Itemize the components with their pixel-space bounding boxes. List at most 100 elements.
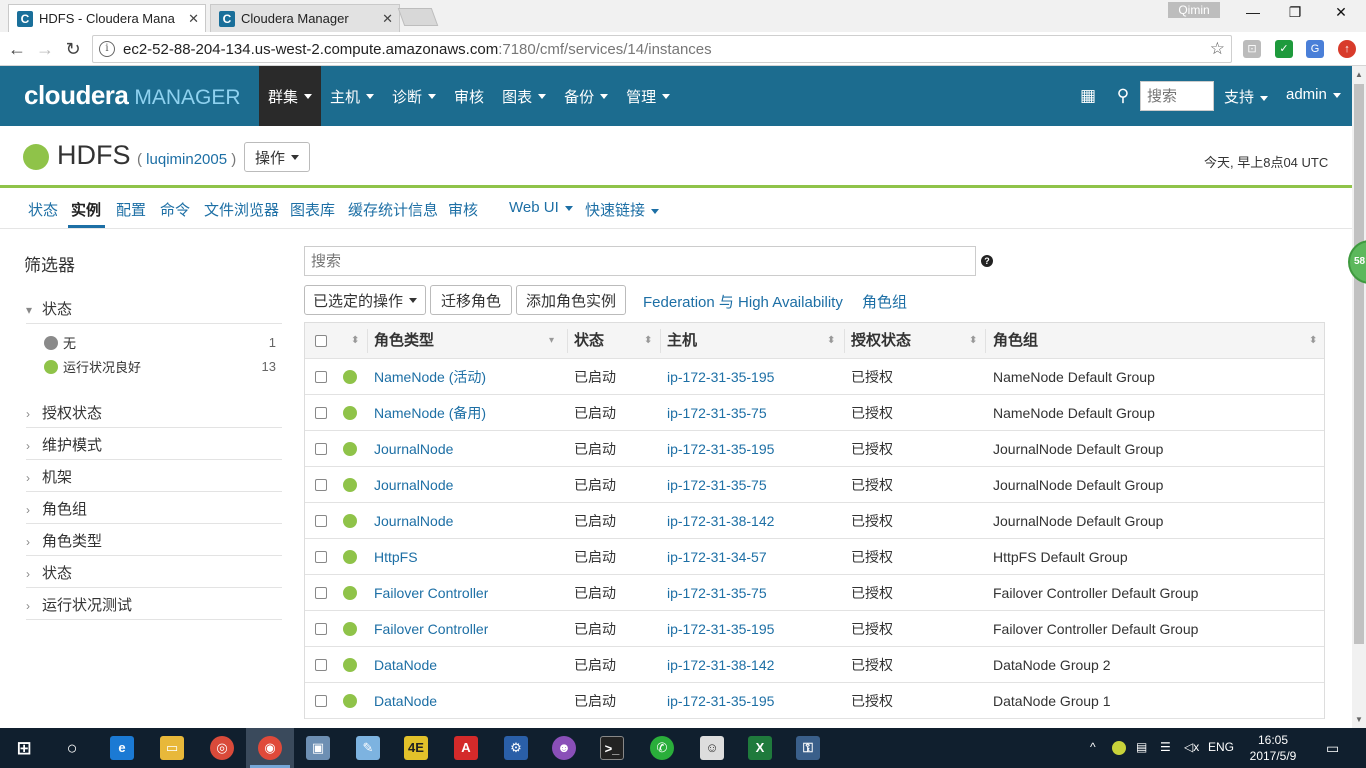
extension-icon[interactable]: ⊡	[1243, 40, 1261, 58]
role-type-link[interactable]: Failover Controller	[374, 575, 488, 611]
filter-section-role-group[interactable]: › 角色组	[26, 498, 282, 524]
row-checkbox[interactable]	[315, 623, 327, 635]
cloudera-logo[interactable]: cloudera MANAGER	[24, 80, 241, 111]
role-groups-link[interactable]: 角色组	[862, 291, 907, 312]
global-search-input[interactable]	[1140, 81, 1214, 111]
sort-icon[interactable]: ⬍	[351, 323, 359, 359]
tab-status[interactable]: 状态	[28, 199, 58, 220]
row-checkbox[interactable]	[315, 479, 327, 491]
add-role-instances-button[interactable]: 添加角色实例	[516, 285, 626, 315]
nav-audits[interactable]: 审核	[445, 66, 493, 126]
app-icon[interactable]: ◎	[210, 736, 234, 760]
input-language[interactable]: ENG	[1208, 740, 1234, 754]
tab-file-browser[interactable]: 文件浏览器	[204, 199, 279, 220]
notifications-icon[interactable]: ▭	[1326, 740, 1339, 757]
federation-ha-link[interactable]: Federation 与 High Availability	[643, 291, 843, 312]
pdf-icon[interactable]: A	[454, 736, 478, 760]
tab-audits[interactable]: 审核	[448, 199, 478, 220]
filter-item-none[interactable]: 无 1	[44, 333, 276, 352]
cortana-icon[interactable]: ○	[60, 736, 84, 760]
col-header-role-group[interactable]: 角色组	[993, 323, 1038, 359]
browser-tab-cloudera-manager[interactable]: C Cloudera Manager ✕	[210, 4, 400, 32]
close-tab-icon[interactable]: ✕	[188, 11, 199, 27]
parcel-icon[interactable]: ▦	[1078, 86, 1098, 106]
tab-cache-statistics[interactable]: 缓存统计信息	[348, 199, 438, 220]
info-icon[interactable]: i	[99, 41, 115, 57]
scroll-thumb[interactable]	[1354, 84, 1364, 644]
migrate-roles-button[interactable]: 迁移角色	[430, 285, 512, 315]
notes-icon[interactable]: ✎	[356, 736, 380, 760]
translate-icon[interactable]: G	[1306, 40, 1324, 58]
host-link[interactable]: ip-172-31-38-142	[667, 647, 774, 683]
clock[interactable]: 16:05 2017/5/9	[1248, 732, 1298, 764]
new-tab-button[interactable]	[397, 8, 439, 26]
nav-charts[interactable]: 图表	[493, 66, 555, 126]
running-commands-icon[interactable]: ⚲	[1113, 86, 1133, 106]
sort-desc-icon[interactable]: ▾	[549, 323, 554, 359]
forward-icon[interactable]: →	[34, 38, 56, 60]
row-checkbox[interactable]	[315, 659, 327, 671]
windows-start-icon[interactable]: ⊞	[12, 736, 36, 760]
scroll-up-icon[interactable]: ▲	[1355, 70, 1363, 79]
filter-section-state[interactable]: › 状态	[26, 562, 282, 588]
filter-section-role-type[interactable]: › 角色类型	[26, 530, 282, 556]
close-tab-icon[interactable]: ✕	[382, 11, 393, 27]
host-link[interactable]: ip-172-31-35-195	[667, 683, 774, 719]
app-purple-icon[interactable]: ☻	[552, 736, 576, 760]
star-icon[interactable]: ☆	[1210, 39, 1225, 59]
user-menu[interactable]: admin	[1286, 86, 1341, 103]
role-type-link[interactable]: NameNode (备用)	[374, 395, 486, 431]
nav-diagnostics[interactable]: 诊断	[383, 66, 445, 126]
host-link[interactable]: ip-172-31-38-142	[667, 503, 774, 539]
role-type-link[interactable]: NameNode (活动)	[374, 359, 486, 395]
host-link[interactable]: ip-172-31-35-195	[667, 359, 774, 395]
edge-icon[interactable]: e	[110, 736, 134, 760]
tray-app-icon[interactable]	[1112, 741, 1126, 755]
row-checkbox[interactable]	[315, 407, 327, 419]
filter-section-rack[interactable]: › 机架	[26, 466, 282, 492]
cluster-link[interactable]: luqimin2005	[146, 151, 227, 168]
col-header-commission-state[interactable]: 授权状态	[851, 323, 911, 359]
close-window-icon[interactable]: ✕	[1326, 4, 1356, 24]
chrome-icon[interactable]: ◉	[258, 736, 282, 760]
reload-icon[interactable]: ↻	[62, 38, 84, 60]
profile-button[interactable]: Qimin	[1168, 2, 1220, 18]
tab-quick-links[interactable]: 快速链接	[585, 199, 660, 220]
sort-icon[interactable]: ⬍	[827, 323, 835, 359]
page-scrollbar[interactable]: ▲ ▼	[1352, 66, 1366, 728]
selected-actions-button[interactable]: 已选定的操作	[304, 285, 426, 315]
current-time[interactable]: 今天, 早上8点04 UTC	[1204, 152, 1328, 171]
minimize-icon[interactable]: —	[1238, 4, 1268, 24]
role-type-link[interactable]: HttpFS	[374, 539, 418, 575]
filter-section-health-tests[interactable]: › 运行状况测试	[26, 594, 282, 620]
shield-extension-icon[interactable]: ✓	[1275, 40, 1293, 58]
scroll-down-icon[interactable]: ▼	[1355, 715, 1363, 724]
host-link[interactable]: ip-172-31-35-75	[667, 395, 767, 431]
remote-desktop-icon[interactable]: ▣	[306, 736, 330, 760]
wechat-icon[interactable]: ✆	[650, 736, 674, 760]
host-link[interactable]: ip-172-31-34-57	[667, 539, 767, 575]
contact-icon[interactable]: ☺	[700, 736, 724, 760]
tray-wifi-icon[interactable]: ☰	[1160, 740, 1171, 754]
sort-icon[interactable]: ⬍	[1309, 323, 1317, 359]
terminal-icon[interactable]: >_	[600, 736, 624, 760]
row-checkbox[interactable]	[315, 695, 327, 707]
tray-network-icon[interactable]: ▤	[1136, 740, 1147, 754]
role-type-link[interactable]: DataNode	[374, 683, 437, 719]
filter-item-good-health[interactable]: 运行状况良好 13	[44, 357, 276, 376]
file-explorer-icon[interactable]: ▭	[160, 736, 184, 760]
tray-volume-icon[interactable]: ◁x	[1184, 740, 1199, 754]
sort-icon[interactable]: ⬍	[644, 323, 652, 359]
filter-section-commission-state[interactable]: › 授权状态	[26, 402, 282, 428]
tab-commands[interactable]: 命令	[160, 199, 190, 220]
filter-section-maintenance-mode[interactable]: › 维护模式	[26, 434, 282, 460]
tab-instances[interactable]: 实例	[71, 199, 101, 220]
col-header-state[interactable]: 状态	[574, 323, 604, 359]
row-checkbox[interactable]	[315, 515, 327, 527]
app-4e-icon[interactable]: 4E	[404, 736, 428, 760]
sort-icon[interactable]: ⬍	[969, 323, 977, 359]
host-link[interactable]: ip-172-31-35-75	[667, 467, 767, 503]
role-type-link[interactable]: DataNode	[374, 647, 437, 683]
role-type-link[interactable]: Failover Controller	[374, 611, 488, 647]
row-checkbox[interactable]	[315, 551, 327, 563]
